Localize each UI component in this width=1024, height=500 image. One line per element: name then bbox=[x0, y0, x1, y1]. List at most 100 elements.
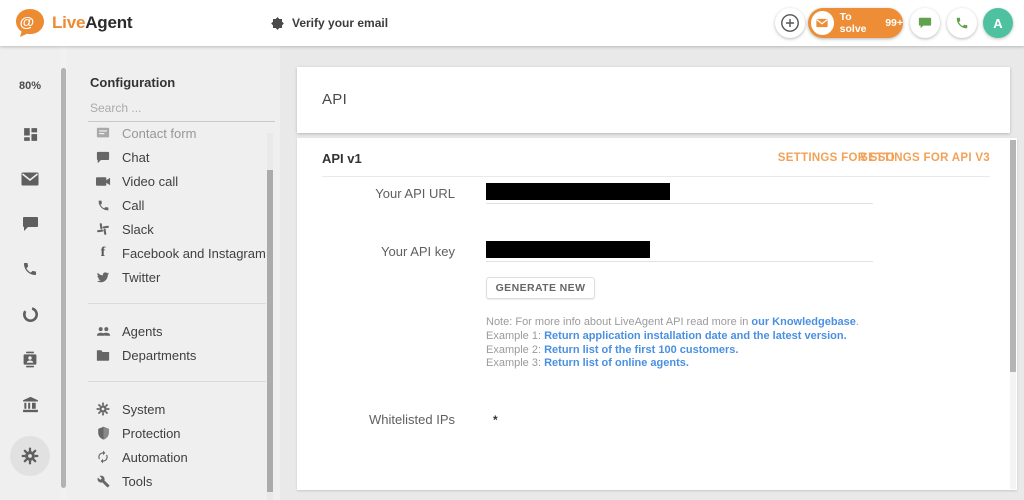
sidebar-item-agents[interactable]: Agents bbox=[67, 319, 273, 343]
contact-form-icon bbox=[95, 127, 111, 141]
dashboard-icon bbox=[22, 126, 39, 143]
gear-icon bbox=[21, 447, 39, 465]
example-line: Example 1: Return application installati… bbox=[486, 330, 859, 344]
rail-billing-button[interactable] bbox=[19, 393, 41, 415]
generate-new-button[interactable]: GENERATE NEW bbox=[486, 277, 595, 299]
icon-rail: 80% bbox=[0, 46, 60, 500]
page-title-card: API bbox=[297, 67, 1010, 133]
top-bar: @ LiveAgent Verify your email To solve 9… bbox=[0, 0, 1024, 46]
content-scrollbar[interactable] bbox=[1010, 140, 1016, 489]
sidebar-item-label: Departments bbox=[122, 348, 196, 363]
note-line: Note: For more info about LiveAgent API … bbox=[486, 316, 859, 330]
mail-icon bbox=[21, 172, 39, 186]
sidebar-item-video-call[interactable]: Video call bbox=[67, 169, 273, 193]
api-key-value-redacted bbox=[486, 241, 650, 258]
menu-scrollbar[interactable] bbox=[267, 133, 273, 500]
to-solve-label: To solve bbox=[840, 11, 880, 35]
to-solve-button[interactable]: To solve 99+ bbox=[808, 8, 903, 38]
chats-button[interactable] bbox=[910, 8, 940, 38]
phone-icon bbox=[955, 16, 969, 30]
agents-icon bbox=[95, 323, 111, 339]
rail-calls-button[interactable] bbox=[19, 258, 41, 280]
rail-tickets-button[interactable] bbox=[19, 168, 41, 190]
shield-icon bbox=[95, 425, 111, 441]
rail-contacts-button[interactable] bbox=[19, 348, 41, 370]
left-panel-scrollbar-thumb[interactable] bbox=[61, 68, 66, 488]
sidebar-item-contact-form[interactable]: Contact form bbox=[67, 127, 273, 145]
configuration-sidebar: Configuration Search ... Contact form Ch… bbox=[67, 46, 280, 500]
sidebar-title: Configuration bbox=[90, 75, 175, 90]
rail-dashboard-button[interactable] bbox=[19, 123, 41, 145]
example-3-link[interactable]: Return list of online agents. bbox=[544, 357, 689, 369]
usage-ring-icon bbox=[22, 306, 39, 323]
bank-icon bbox=[22, 396, 39, 413]
liveagent-bubble-icon: @ bbox=[14, 7, 46, 39]
sidebar-item-tools[interactable]: Tools bbox=[67, 469, 273, 493]
sidebar-item-label: Call bbox=[122, 198, 144, 213]
add-button[interactable] bbox=[775, 8, 805, 38]
agent-avatar[interactable]: A bbox=[983, 8, 1013, 38]
videocam-icon bbox=[95, 173, 111, 189]
verified-badge-icon bbox=[270, 16, 285, 31]
svg-text:@: @ bbox=[20, 14, 35, 31]
to-solve-envelope-badge bbox=[811, 11, 834, 35]
api-url-underline bbox=[486, 203, 873, 204]
section-divider bbox=[322, 176, 990, 177]
menu-divider bbox=[88, 381, 266, 382]
sidebar-item-label: Tools bbox=[122, 474, 152, 489]
verify-email-link[interactable]: Verify your email bbox=[270, 0, 388, 46]
example-1-link[interactable]: Return application installation date and… bbox=[544, 330, 847, 342]
sidebar-item-label: System bbox=[122, 402, 165, 417]
sidebar-item-twitter[interactable]: Twitter bbox=[67, 265, 273, 289]
sidebar-item-facebook-instagram[interactable]: f Facebook and Instagram bbox=[67, 241, 273, 265]
api-key-underline bbox=[486, 261, 873, 262]
example-line: Example 2: Return list of the first 100 … bbox=[486, 344, 859, 358]
search-underline bbox=[88, 121, 275, 122]
knowledgebase-link[interactable]: our Knowledgebase bbox=[751, 316, 856, 328]
sidebar-item-label: Chat bbox=[122, 150, 149, 165]
chat-icon bbox=[22, 216, 39, 232]
folder-icon bbox=[95, 347, 111, 363]
rail-settings-button[interactable] bbox=[19, 445, 41, 467]
sidebar-item-chat[interactable]: Chat bbox=[67, 145, 273, 169]
logo-text: LiveAgent bbox=[52, 13, 132, 33]
gear-icon bbox=[95, 401, 111, 417]
example-2-link[interactable]: Return list of the first 100 customers. bbox=[544, 344, 738, 356]
sidebar-item-label: Agents bbox=[122, 324, 162, 339]
sidebar-item-departments[interactable]: Departments bbox=[67, 343, 273, 367]
rail-chats-button[interactable] bbox=[19, 213, 41, 235]
settings-for-api-v3-link[interactable]: SETTINGS FOR API V3 bbox=[860, 152, 990, 164]
twitter-icon bbox=[95, 269, 111, 285]
chat-icon bbox=[95, 149, 111, 165]
phone-icon bbox=[22, 261, 38, 277]
sidebar-item-label: Video call bbox=[122, 174, 178, 189]
envelope-icon bbox=[816, 18, 828, 28]
left-panel-scrollbar[interactable] bbox=[60, 46, 67, 500]
liveagent-logo[interactable]: @ LiveAgent bbox=[14, 7, 132, 39]
sidebar-search-input[interactable]: Search ... bbox=[90, 101, 275, 115]
page-title: API bbox=[322, 91, 347, 108]
sidebar-item-slack[interactable]: Slack bbox=[67, 217, 273, 241]
sidebar-item-label: Slack bbox=[122, 222, 154, 237]
menu-scrollbar-thumb[interactable] bbox=[267, 170, 273, 492]
sidebar-item-automation[interactable]: Automation bbox=[67, 445, 273, 469]
menu-divider bbox=[88, 303, 266, 304]
to-solve-count: 99+ bbox=[885, 17, 903, 29]
whitelisted-ips-value: * bbox=[493, 413, 498, 427]
contacts-icon bbox=[22, 351, 38, 368]
whitelisted-ips-label: Whitelisted IPs bbox=[322, 412, 455, 427]
calls-button[interactable] bbox=[947, 8, 977, 38]
sidebar-item-label: Contact form bbox=[122, 127, 196, 141]
rail-usage-button[interactable] bbox=[19, 303, 41, 325]
sidebar-item-label: Protection bbox=[122, 426, 181, 441]
example-line: Example 3: Return list of online agents. bbox=[486, 357, 859, 371]
plus-icon bbox=[780, 13, 800, 33]
sidebar-item-call[interactable]: Call bbox=[67, 193, 273, 217]
zoom-percentage: 80% bbox=[0, 80, 60, 92]
slack-icon bbox=[95, 221, 111, 237]
section-title: API v1 bbox=[322, 151, 362, 166]
sidebar-item-protection[interactable]: Protection bbox=[67, 421, 273, 445]
sidebar-item-system[interactable]: System bbox=[67, 397, 273, 421]
chat-bubble-icon bbox=[918, 16, 932, 30]
content-scrollbar-thumb[interactable] bbox=[1010, 140, 1016, 372]
